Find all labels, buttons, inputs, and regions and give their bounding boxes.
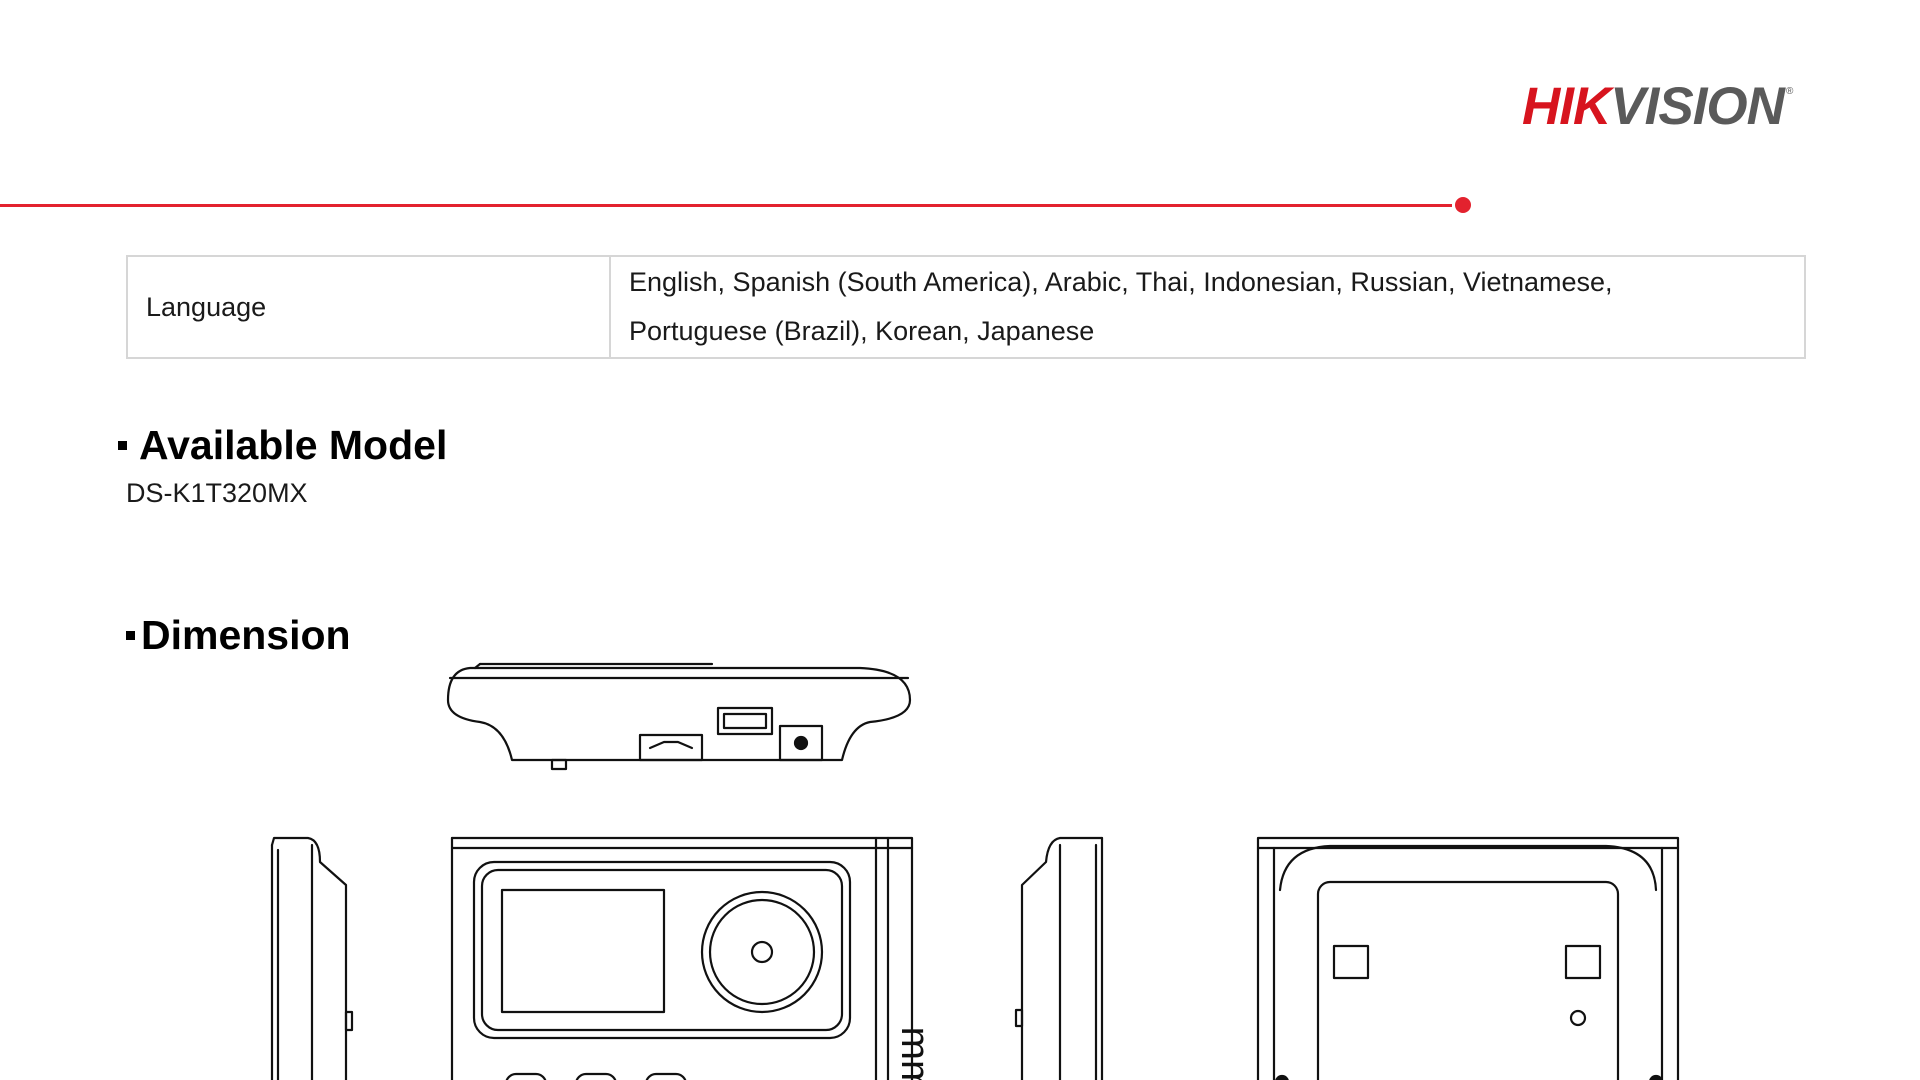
spec-table: Language English, Spanish (South America… [126,255,1806,359]
spec-value-cell: English, Spanish (South America), Arabic… [609,255,1806,359]
bullet-square-icon [126,630,135,640]
logo-vision-text: VISION [1610,76,1785,136]
model-name: DS-K1T320MX [126,478,308,508]
logo-hik-text: HIK [1522,76,1611,136]
logo-registered-mark: ® [1785,86,1793,97]
spec-value-line-1: English, Spanish (South America), Arabic… [629,267,1613,297]
header-divider-line [0,204,1452,207]
unit-label: mm [893,1027,937,1080]
dimension-drawing: mm [270,662,1680,1080]
available-model-heading-text: Available Model [139,421,448,468]
device-front-view [450,836,914,1080]
device-top-view [446,662,912,771]
hikvision-logo: HIK VISION ® [1522,76,1793,136]
device-back-view [1256,836,1680,1080]
spec-key-cell: Language [126,255,611,359]
device-left-side-view [270,836,354,1080]
bullet-square-icon [118,440,127,450]
spec-value-line-2: Portuguese (Brazil), Korean, Japanese [629,316,1095,346]
available-model-heading: Available Model [118,418,447,472]
device-right-side-view [1014,836,1104,1080]
header-divider-dot [1455,197,1471,213]
table-row: Language English, Spanish (South America… [126,255,1806,359]
